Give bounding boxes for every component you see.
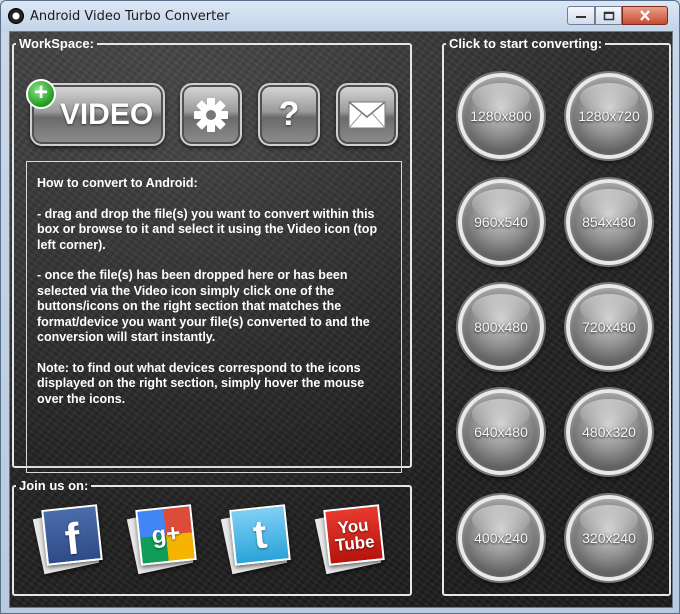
window-title: Android Video Turbo Converter	[30, 9, 230, 24]
contact-button[interactable]	[336, 83, 398, 146]
twitter-glyph: t	[251, 511, 269, 558]
facebook-link[interactable]: f	[32, 504, 103, 575]
workspace-legend: WorkSpace:	[19, 36, 94, 51]
close-button[interactable]	[622, 6, 668, 25]
question-mark-icon: ?	[278, 95, 300, 133]
instructions-note: Note: to find out what devices correspon…	[37, 360, 365, 406]
join-us-legend: Join us on:	[19, 478, 89, 493]
instructions-step-1: - drag and drop the file(s) you want to …	[37, 206, 378, 252]
facebook-glyph: f	[62, 514, 83, 565]
minimize-icon	[576, 15, 586, 18]
join-us-group: Join us on: f g+ t You Tube	[12, 478, 412, 596]
resolution-button-1280x800[interactable]: 1280x800	[458, 73, 544, 159]
youtube-glyph: You Tube	[333, 515, 376, 555]
resolution-button-720x480[interactable]: 720x480	[566, 284, 652, 370]
envelope-icon	[348, 100, 386, 128]
instructions-step-2: - once the file(s) has been dropped here…	[37, 268, 370, 344]
minimize-button[interactable]	[567, 6, 595, 25]
maximize-button[interactable]	[595, 6, 622, 25]
resolution-label: 640x480	[474, 424, 528, 440]
convert-group: Click to start converting: 1280x800 1280…	[442, 36, 671, 596]
resolution-label: 1280x720	[578, 108, 640, 124]
twitter-icon: t	[229, 504, 291, 566]
video-button-label: VIDEO	[59, 97, 154, 131]
gear-icon	[194, 97, 228, 132]
resolution-button-400x240[interactable]: 400x240	[458, 495, 544, 581]
title-bar[interactable]: Android Video Turbo Converter	[1, 1, 679, 31]
resolution-label: 320x240	[582, 530, 636, 546]
instructions-heading: How to convert to Android:	[37, 176, 198, 190]
resolution-label: 480x320	[582, 424, 636, 440]
plus-icon: +	[26, 79, 56, 109]
google-plus-icon: g+	[135, 504, 197, 566]
resolution-label: 400x240	[474, 530, 528, 546]
resolution-button-320x240[interactable]: 320x240	[566, 495, 652, 581]
resolution-button-640x480[interactable]: 640x480	[458, 389, 544, 475]
resolution-button-1280x720[interactable]: 1280x720	[566, 73, 652, 159]
resolution-button-800x480[interactable]: 800x480	[458, 284, 544, 370]
convert-legend: Click to start converting:	[449, 36, 603, 51]
help-button[interactable]: ?	[258, 83, 320, 146]
resolution-label: 720x480	[582, 319, 636, 335]
resolution-button-854x480[interactable]: 854x480	[566, 179, 652, 265]
settings-button[interactable]	[180, 83, 242, 146]
youtube-icon: You Tube	[323, 504, 385, 566]
resolution-button-960x540[interactable]: 960x540	[458, 179, 544, 265]
client-area: WorkSpace: + VIDEO ? How to convert to A…	[9, 31, 673, 608]
maximize-icon	[603, 11, 614, 20]
app-window: Android Video Turbo Converter WorkSpace:…	[0, 0, 680, 614]
resolution-label: 800x480	[474, 319, 528, 335]
youtube-line-2: Tube	[334, 531, 376, 555]
resolution-label: 960x540	[474, 214, 528, 230]
youtube-link[interactable]: You Tube	[314, 504, 385, 575]
resolution-label: 1280x800	[470, 108, 532, 124]
workspace-group: WorkSpace: + VIDEO ? How to convert to A…	[12, 36, 412, 473]
add-video-button[interactable]: + VIDEO	[26, 79, 165, 146]
close-icon	[640, 10, 650, 21]
resolution-label: 854x480	[582, 214, 636, 230]
facebook-icon: f	[41, 504, 103, 566]
twitter-link[interactable]: t	[220, 504, 291, 575]
google-plus-glyph: g+	[150, 519, 182, 550]
drop-zone[interactable]: How to convert to Android: - drag and dr…	[26, 161, 402, 473]
film-reel-icon	[8, 8, 24, 24]
resolution-button-480x320[interactable]: 480x320	[566, 389, 652, 475]
google-plus-link[interactable]: g+	[126, 504, 197, 575]
